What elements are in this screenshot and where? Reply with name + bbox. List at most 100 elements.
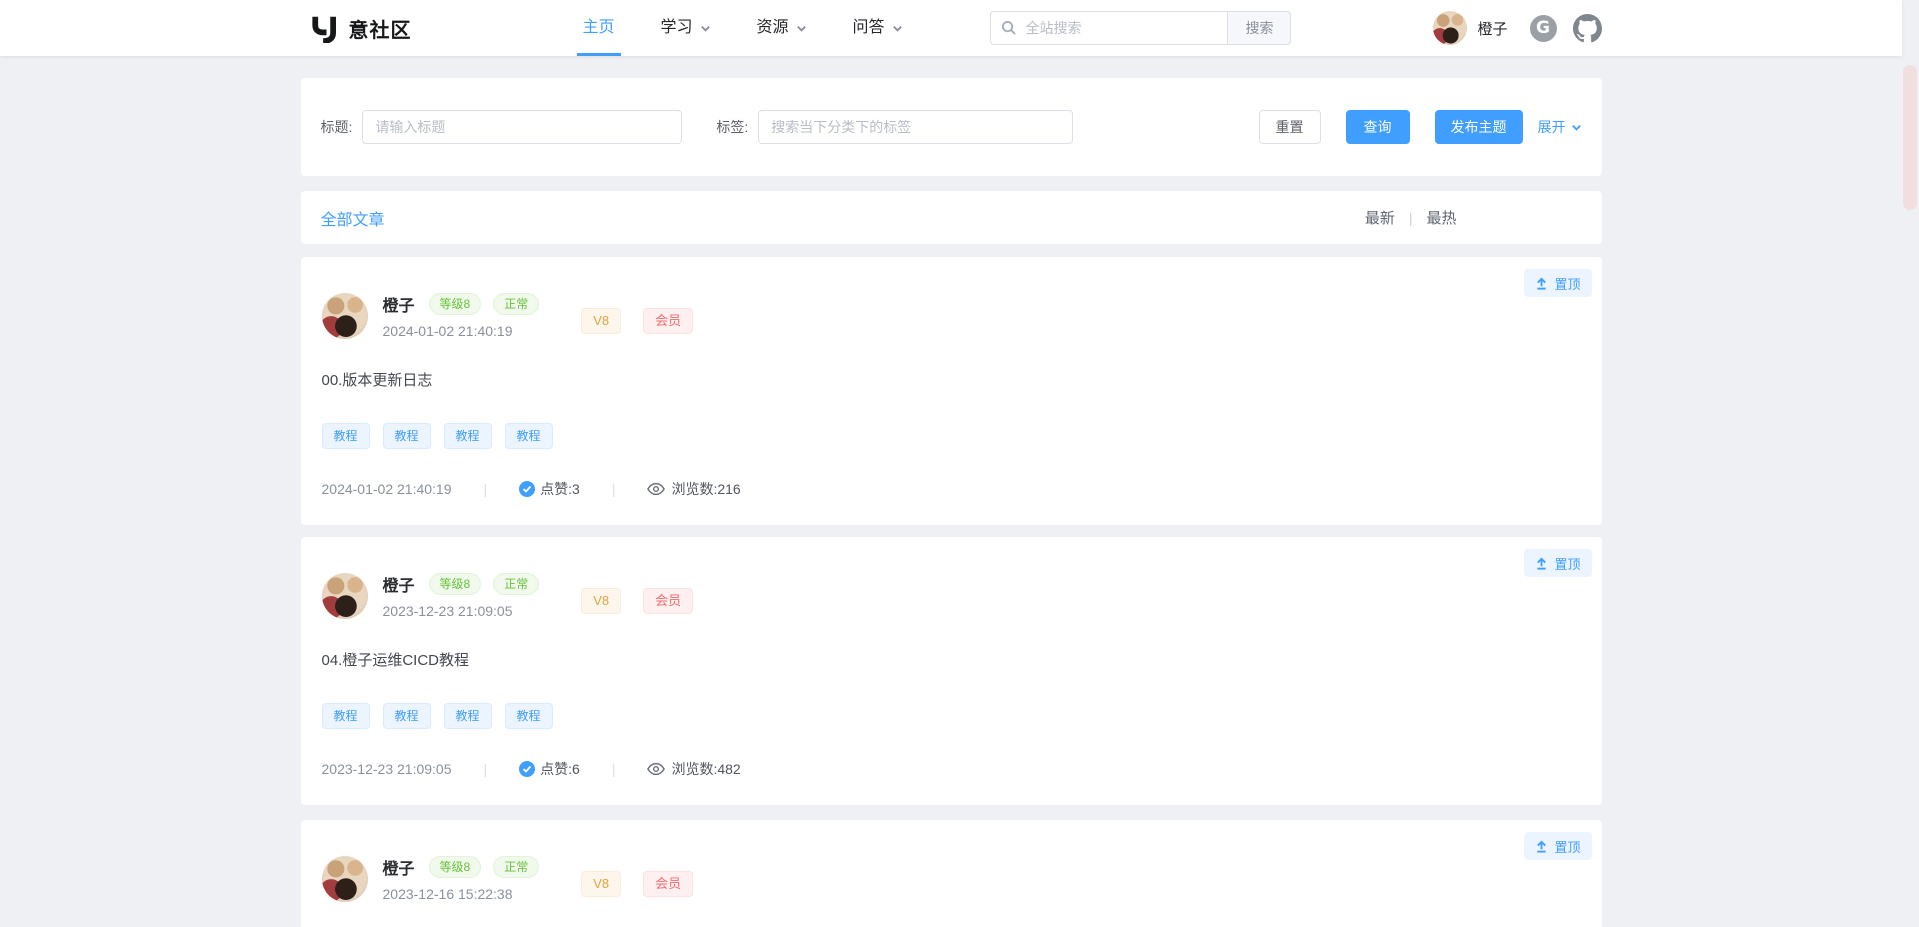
post-card: 置顶 橙子 等级8 正常 2023-12-23 21:09:05 V8 会员 0 [301,537,1602,805]
pin-top-icon [1535,277,1548,290]
post-title[interactable]: 04.橙子运维CICD教程 [322,649,1582,670]
publish-topic-button[interactable]: 发布主题 [1435,110,1523,144]
likes-stat: 点赞:3 [519,479,580,499]
member-badge: 会员 [643,871,693,897]
views-stat: 浏览数:216 [647,479,740,499]
topic-tag[interactable]: 教程 [383,423,431,449]
expand-label: 展开 [1538,117,1566,137]
author-avatar[interactable] [322,856,368,902]
views-count: 浏览数:482 [671,759,740,779]
topic-tag[interactable]: 教程 [383,703,431,729]
nav-item-label: 资源 [757,0,789,56]
pin-button[interactable]: 置顶 [1524,549,1591,577]
title-filter-input[interactable] [362,110,682,144]
sort-hottest[interactable]: 最热 [1426,207,1456,228]
status-badge: 正常 [493,573,539,595]
chevron-down-icon [796,23,807,34]
nav-item-learn[interactable]: 学习 [655,0,717,56]
footer-divider: | [484,761,488,777]
author-name[interactable]: 橙子 [383,855,415,879]
chevron-down-icon [892,23,903,34]
post-title[interactable]: 00.版本更新日志 [322,369,1582,390]
nav-item-label: 问答 [853,0,885,56]
like-check-icon [519,761,535,777]
tag-filter-label: 标签: [716,117,748,137]
global-search: 搜索 [990,11,1291,45]
pin-label: 置顶 [1554,274,1580,293]
site-logo[interactable]: 意社区 [301,13,412,43]
nav-item-resources[interactable]: 资源 [751,0,813,56]
nav-item-qa[interactable]: 问答 [847,0,909,56]
status-badge: 正常 [493,293,539,315]
site-title: 意社区 [349,14,412,43]
chevron-down-icon [700,23,711,34]
footer-divider: | [612,481,616,497]
pin-label: 置顶 [1554,837,1580,856]
main-nav: 主页 学习 资源 问答 [577,0,943,56]
post-card: 置顶 橙子 等级8 正常 2023-12-16 15:22:38 V8 会员 [301,820,1602,927]
pin-label: 置顶 [1554,554,1580,573]
sort-newest[interactable]: 最新 [1365,207,1395,228]
tag-filter-input[interactable] [758,110,1073,144]
likes-stat: 点赞:6 [519,759,580,779]
level-badge: 等级8 [429,573,482,595]
post-card: 置顶 橙子 等级8 正常 2024-01-02 21:40:19 V8 会员 0 [301,257,1602,525]
github-icon[interactable] [1573,14,1602,43]
like-check-icon [519,481,535,497]
user-avatar[interactable] [1433,11,1467,45]
query-button[interactable]: 查询 [1346,110,1410,144]
footer-divider: | [612,761,616,777]
pin-button[interactable]: 置顶 [1524,832,1591,860]
eye-icon [647,482,665,496]
title-filter-label: 标题: [321,117,353,137]
author-name[interactable]: 橙子 [383,292,415,316]
scrollbar-thumb[interactable] [1903,65,1917,210]
user-name[interactable]: 橙子 [1477,18,1507,39]
footer-datetime: 2023-12-23 21:09:05 [322,761,452,777]
pin-top-icon [1535,557,1548,570]
likes-count: 点赞:3 [540,479,580,499]
author-name[interactable]: 橙子 [383,572,415,596]
topic-tag[interactable]: 教程 [505,703,553,729]
views-count: 浏览数:216 [671,479,740,499]
nav-item-label: 主页 [583,0,615,56]
footer-divider: | [484,481,488,497]
footer-datetime: 2024-01-02 21:40:19 [322,481,452,497]
sort-divider: | [1409,210,1413,226]
vip-badge: V8 [581,871,621,897]
search-button[interactable]: 搜索 [1227,11,1291,45]
pin-button[interactable]: 置顶 [1524,269,1591,297]
topic-tag[interactable]: 教程 [505,423,553,449]
all-articles-tab[interactable]: 全部文章 [321,206,385,230]
nav-item-home[interactable]: 主页 [577,0,621,56]
views-stat: 浏览数:482 [647,759,740,779]
topic-tag[interactable]: 教程 [444,703,492,729]
navbar: 意社区 主页 学习 资源 问答 [0,0,1902,56]
search-input[interactable] [990,11,1227,45]
topic-tag[interactable]: 教程 [444,423,492,449]
nav-item-label: 学习 [661,0,693,56]
expand-toggle[interactable]: 展开 [1538,117,1582,137]
vip-badge: V8 [581,308,621,334]
chevron-down-icon [1571,122,1582,133]
search-icon [1001,20,1016,35]
list-header: 全部文章 最新 | 最热 [301,191,1602,245]
post-datetime: 2023-12-23 21:09:05 [383,603,552,619]
author-avatar[interactable] [322,573,368,619]
level-badge: 等级8 [429,293,482,315]
pin-top-icon [1535,840,1548,853]
member-badge: 会员 [643,308,693,334]
author-avatar[interactable] [322,293,368,339]
member-badge: 会员 [643,588,693,614]
filter-bar: 标题: 标签: 重置 查询 发布主题 展开 [301,78,1602,176]
status-badge: 正常 [493,856,539,878]
logo-icon [309,13,339,43]
topic-tag[interactable]: 教程 [322,423,370,449]
vip-badge: V8 [581,588,621,614]
topic-tag[interactable]: 教程 [322,703,370,729]
gitee-icon[interactable]: G [1530,15,1557,42]
post-datetime: 2023-12-16 15:22:38 [383,886,552,902]
level-badge: 等级8 [429,856,482,878]
likes-count: 点赞:6 [540,759,580,779]
reset-button[interactable]: 重置 [1259,110,1321,144]
